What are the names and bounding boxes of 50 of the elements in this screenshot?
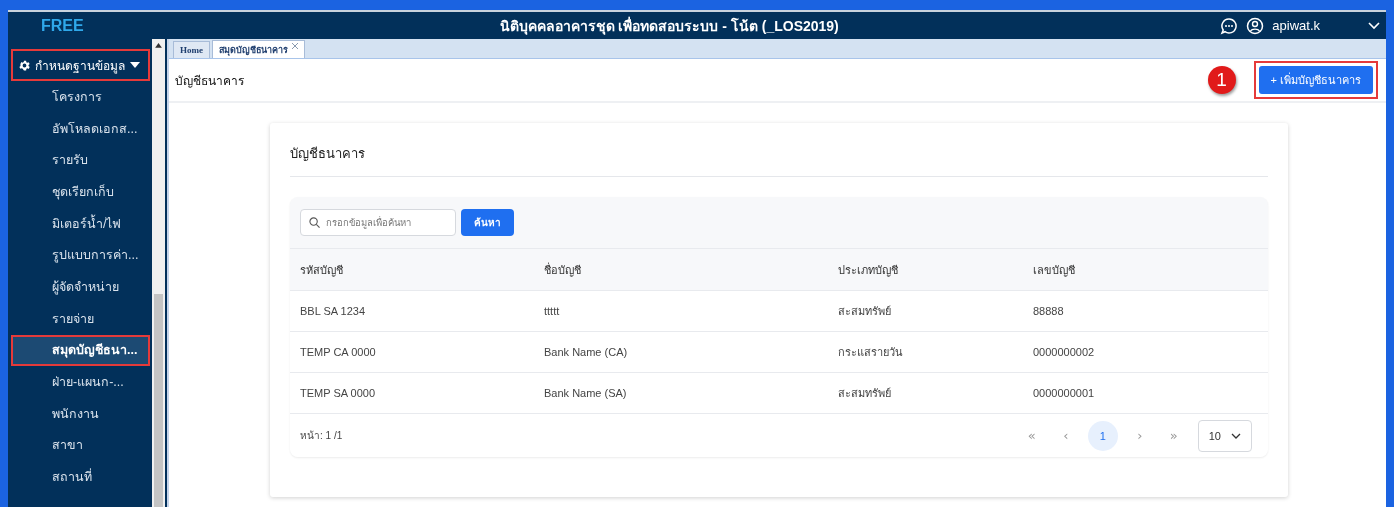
group-label: กำหนดฐานข้อมูล [35, 57, 126, 75]
page-title: บัญชีธนาคาร [175, 72, 244, 90]
scroll-up-icon[interactable] [155, 43, 162, 48]
page-info: หน้า: 1 /1 [300, 429, 344, 443]
add-account-button[interactable]: + เพิ่มบัญชีธนาคาร [1258, 66, 1373, 94]
table-cell: Bank Name (SA) [534, 372, 828, 413]
callout-badge: 1 [1207, 66, 1236, 94]
sidebar-item[interactable]: รายจ่าย [11, 302, 150, 335]
search-button[interactable]: ค้นหา [461, 209, 514, 236]
sidebar-item[interactable]: ผู้จัดจำหน่าย [11, 271, 150, 303]
table-cell: 88888 [1023, 290, 1268, 332]
sidebar-item[interactable]: ฝ่าย-แผนก-... [11, 366, 150, 398]
tab[interactable]: สมุดบัญชีธนาคาร [212, 40, 305, 58]
chevron-down-icon[interactable] [1368, 21, 1380, 30]
table-cell: สะสมทรัพย์ [828, 372, 1023, 413]
table-cell: 0000000002 [1023, 331, 1268, 373]
chevron-down-icon [1231, 432, 1241, 439]
sidebar-item[interactable]: รายรับ [11, 144, 150, 177]
table-cell: Bank Name (CA) [534, 331, 828, 373]
sidebar-item[interactable]: อัพโหลดเอกส... [11, 112, 150, 145]
tab[interactable]: Home [173, 41, 210, 58]
scrollbar-thumb[interactable] [154, 293, 163, 507]
sidebar-item[interactable]: สาขา [11, 429, 150, 462]
sidebar-item[interactable]: สมุดบัญชีธนา... [11, 334, 150, 367]
window-title: นิติบุคคลอาคารชุด เพื่อทดสอบระบบ - โน้ต (_LOS2019) [498, 15, 840, 37]
settings-icon [18, 58, 31, 72]
close-icon[interactable] [292, 43, 298, 49]
sidebar-item[interactable]: พนักงาน [11, 397, 150, 430]
table-cell: กระแสรายวัน [828, 331, 1023, 373]
brand-label: FREE [40, 16, 85, 35]
search-field[interactable]: กรอกข้อมูลเพื่อค้นหา [300, 209, 456, 236]
card-title: บัญชีธนาคาร [290, 143, 1268, 177]
sidebar-item[interactable]: โครงการ [11, 81, 150, 113]
user-name[interactable]: apiwat.k [1272, 18, 1320, 33]
sidebar-item[interactable]: รูปแบบการค่า... [11, 239, 150, 272]
table-cell: TEMP SA 0000 [290, 372, 534, 413]
table-cell: ttttt [534, 290, 828, 332]
page-size-select[interactable]: 10 [1197, 419, 1252, 452]
table-cell: TEMP CA 0000 [290, 331, 534, 373]
chat-icon[interactable] [1220, 16, 1239, 35]
table-cell: 0000000001 [1023, 372, 1268, 413]
sidebar-item[interactable]: มิเตอร์น้ำ/ไฟ [11, 207, 150, 240]
user-icon[interactable] [1246, 16, 1265, 35]
table-cell: BBL SA 1234 [290, 290, 534, 332]
sidebar-item[interactable]: สถานที่ [11, 461, 150, 493]
table-cell: สะสมทรัพย์ [828, 290, 1023, 332]
sidebar-group[interactable]: กำหนดฐานข้อมูล [11, 49, 150, 81]
caret-down-icon [130, 62, 140, 68]
sidebar-item[interactable]: ชุดเรียกเก็บ [11, 176, 150, 208]
page-number-button[interactable]: 1 [1087, 420, 1118, 451]
